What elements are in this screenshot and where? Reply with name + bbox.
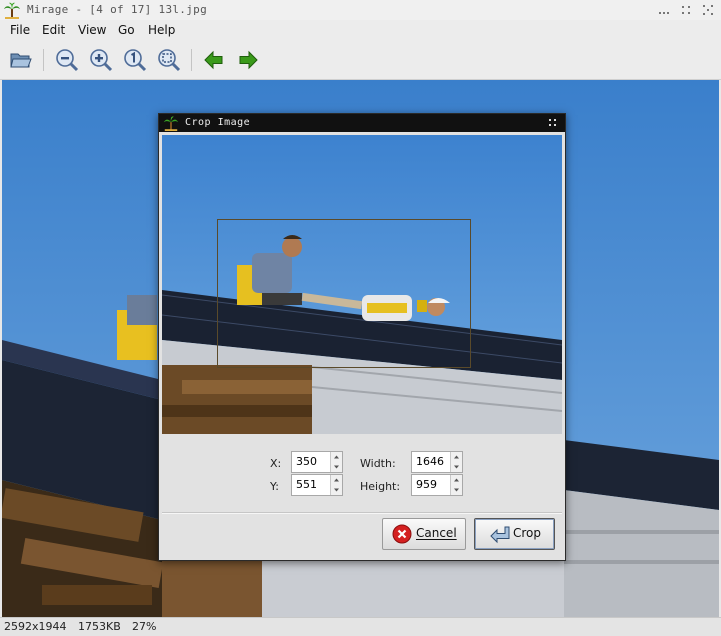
y-input[interactable] — [292, 475, 332, 493]
previous-arrow-icon — [204, 50, 223, 70]
cancel-button[interactable]: Cancel — [382, 518, 466, 550]
y-label: Y: — [270, 480, 279, 493]
menu-bar: File Edit View Go Help — [0, 20, 721, 41]
toolbar-separator — [43, 49, 44, 71]
menu-go[interactable]: Go — [118, 23, 135, 37]
cancel-icon — [392, 524, 412, 544]
zoom-1to1-icon — [124, 49, 147, 72]
minimize-button[interactable] — [657, 4, 671, 16]
maximize-button[interactable] — [679, 4, 693, 16]
zoom-1to1-button[interactable] — [123, 48, 147, 72]
status-zoom: 27% — [132, 620, 157, 633]
spin-down-icon[interactable] — [331, 485, 342, 495]
crop-preview-image — [162, 135, 562, 434]
crop-dialog: Crop Image X: 350 Y: 551 Width: 1646 Hei… — [158, 113, 566, 561]
menu-file[interactable]: File — [10, 23, 30, 37]
open-folder-button[interactable] — [9, 48, 33, 72]
spin-up-icon[interactable] — [451, 475, 462, 485]
crop-arrow-icon — [490, 526, 510, 544]
palm-tree-app-icon — [4, 2, 20, 19]
zoom-fit-button[interactable] — [157, 48, 181, 72]
previous-image-button[interactable] — [202, 48, 226, 72]
next-arrow-icon — [239, 50, 258, 70]
spin-down-icon[interactable] — [451, 462, 462, 472]
crop-label: Crop — [513, 526, 542, 540]
x-spinbox[interactable] — [291, 451, 343, 473]
zoom-in-button[interactable] — [89, 48, 113, 72]
height-label: Height: — [360, 480, 401, 493]
zoom-fit-icon — [158, 49, 181, 72]
zoom-out-button[interactable] — [55, 48, 79, 72]
height-spinbox[interactable] — [411, 474, 463, 496]
open-folder-icon — [10, 53, 32, 68]
window-titlebar: Mirage - [4 of 17] 13l.jpg — [0, 0, 721, 21]
cancel-label: Cancel — [416, 526, 457, 540]
dialog-separator — [162, 512, 562, 514]
width-input[interactable] — [412, 452, 452, 470]
spin-up-icon[interactable] — [331, 452, 342, 462]
status-bar: 2592x1944 1753KB 27% — [0, 617, 721, 636]
next-image-button[interactable] — [236, 48, 260, 72]
spin-down-icon[interactable] — [451, 485, 462, 495]
menu-view[interactable]: View — [78, 23, 106, 37]
menu-edit[interactable]: Edit — [42, 23, 65, 37]
x-input[interactable] — [292, 452, 332, 470]
spin-down-icon[interactable] — [331, 462, 342, 472]
toolbar — [0, 41, 721, 80]
x-label: X: — [270, 457, 282, 470]
height-input[interactable] — [412, 475, 452, 493]
spin-up-icon[interactable] — [451, 452, 462, 462]
y-spinbox[interactable] — [291, 474, 343, 496]
close-button[interactable] — [701, 4, 715, 16]
dialog-titlebar[interactable]: Crop Image — [159, 114, 565, 132]
dialog-menu-grip[interactable] — [549, 119, 557, 127]
dialog-title: Crop Image — [185, 117, 251, 128]
zoom-out-icon — [56, 49, 79, 72]
window-title: Mirage - [4 of 17] 13l.jpg — [27, 3, 207, 16]
spin-up-icon[interactable] — [331, 475, 342, 485]
width-label: Width: — [360, 457, 396, 470]
status-dimensions: 2592x1944 — [4, 620, 67, 633]
menu-help[interactable]: Help — [148, 23, 175, 37]
width-spinbox[interactable] — [411, 451, 463, 473]
status-filesize: 1753KB — [78, 620, 121, 633]
zoom-in-icon — [90, 49, 113, 72]
palm-tree-app-icon — [163, 116, 179, 131]
crop-button[interactable]: Crop — [474, 518, 555, 550]
toolbar-separator — [191, 49, 192, 71]
crop-preview[interactable] — [162, 135, 562, 434]
